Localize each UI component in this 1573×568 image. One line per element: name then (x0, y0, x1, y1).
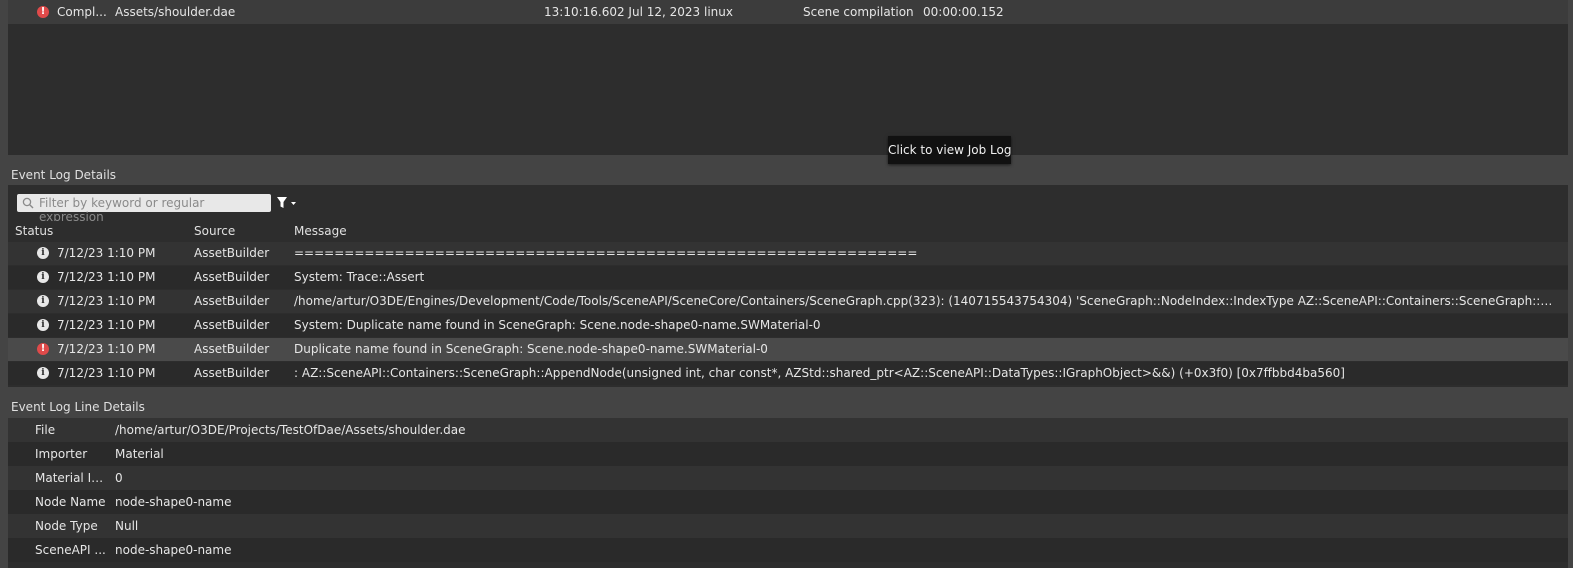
event-time: 7/12/23 1:10 PM (57, 294, 156, 308)
detail-row[interactable]: SceneAPI ... node-shape0-name (8, 538, 1568, 562)
event-row[interactable]: i 7/12/23 1:10 PM AssetBuilder /home/art… (8, 290, 1568, 313)
event-source: AssetBuilder (194, 270, 270, 284)
event-source: AssetBuilder (194, 342, 270, 356)
detail-row[interactable]: Node Name node-shape0-name (8, 490, 1568, 514)
job-log-tooltip: Click to view Job Log (888, 136, 1011, 164)
event-source: AssetBuilder (194, 246, 270, 260)
funnel-icon (277, 197, 296, 208)
info-icon: i (37, 247, 49, 259)
detail-key: Node Type (35, 519, 98, 533)
detail-key: File (35, 423, 56, 437)
event-message: : AZ::SceneAPI::Containers::SceneGraph::… (294, 366, 1345, 380)
col-message[interactable]: Message (294, 224, 347, 238)
jobs-table: ! Compl... Assets/shoulder.dae 13:10:16.… (8, 0, 1568, 155)
job-platform: linux (704, 5, 733, 19)
col-source[interactable]: Source (194, 224, 235, 238)
info-icon: i (37, 295, 49, 307)
job-status: Compl... (57, 5, 107, 19)
event-time: 7/12/23 1:10 PM (57, 270, 156, 284)
job-source: Assets/shoulder.dae (115, 5, 236, 19)
line-details-panel: File /home/artur/O3DE/Projects/TestOfDae… (8, 418, 1568, 568)
job-key: Scene compilation (803, 5, 914, 19)
event-time: 7/12/23 1:10 PM (57, 342, 156, 356)
filter-input[interactable]: Filter by keyword or regular expression (17, 194, 271, 224)
detail-row[interactable]: Node Type Null (8, 514, 1568, 538)
event-log-title: Event Log Details (11, 168, 117, 182)
detail-value: Null (115, 519, 139, 533)
col-status[interactable]: Status (15, 224, 53, 238)
event-log-header: Status Source Message (8, 221, 1568, 241)
event-row[interactable]: i 7/12/23 1:10 PM AssetBuilder System: D… (8, 314, 1568, 337)
event-row[interactable]: i 7/12/23 1:10 PM AssetBuilder : AZ::Sce… (8, 362, 1568, 385)
error-icon: ! (37, 6, 49, 18)
job-completed: 13:10:16.602 Jul 12, 2023 (544, 5, 701, 19)
detail-key: SceneAPI ... (35, 543, 106, 557)
event-message: System: Trace::Assert (294, 270, 425, 284)
event-time: 7/12/23 1:10 PM (57, 318, 156, 332)
event-row-selected[interactable]: ! 7/12/23 1:10 PM AssetBuilder Duplicate… (8, 338, 1568, 361)
detail-value: node-shape0-name (115, 495, 232, 509)
info-icon: i (37, 319, 49, 331)
filter-placeholder: Filter by keyword or regular expression (39, 196, 205, 224)
event-message: ========================================… (294, 246, 918, 260)
search-icon (22, 197, 34, 209)
detail-key: Node Name (35, 495, 106, 509)
event-message: Duplicate name found in SceneGraph: Scen… (294, 342, 768, 356)
detail-value: 0 (115, 471, 123, 485)
event-source: AssetBuilder (194, 366, 270, 380)
event-row[interactable]: i 7/12/23 1:10 PM AssetBuilder =========… (8, 242, 1568, 265)
job-row[interactable]: ! Compl... Assets/shoulder.dae 13:10:16.… (8, 0, 1568, 24)
error-icon: ! (37, 343, 49, 355)
detail-value: /home/artur/O3DE/Projects/TestOfDae/Asse… (115, 423, 466, 437)
event-time: 7/12/23 1:10 PM (57, 246, 156, 260)
info-icon: i (37, 367, 49, 379)
line-details-title: Event Log Line Details (11, 400, 145, 414)
detail-key: Importer (35, 447, 88, 461)
detail-key: Material In... (35, 471, 107, 485)
detail-row[interactable]: File /home/artur/O3DE/Projects/TestOfDae… (8, 418, 1568, 442)
event-time: 7/12/23 1:10 PM (57, 366, 156, 380)
info-icon: i (37, 271, 49, 283)
event-log-panel: Filter by keyword or regular expression … (8, 185, 1568, 387)
detail-value: Material (115, 447, 164, 461)
detail-row[interactable]: Material In... 0 (8, 466, 1568, 490)
detail-value: node-shape0-name (115, 543, 232, 557)
detail-row[interactable]: Importer Material (8, 442, 1568, 466)
event-message: /home/artur/O3DE/Engines/Development/Cod… (294, 294, 1560, 308)
job-duration: 00:00:00.152 (923, 5, 1004, 19)
event-row[interactable]: i 7/12/23 1:10 PM AssetBuilder System: T… (8, 266, 1568, 289)
event-source: AssetBuilder (194, 294, 270, 308)
event-message: System: Duplicate name found in SceneGra… (294, 318, 821, 332)
event-source: AssetBuilder (194, 318, 270, 332)
filter-dropdown-button[interactable] (275, 195, 303, 211)
